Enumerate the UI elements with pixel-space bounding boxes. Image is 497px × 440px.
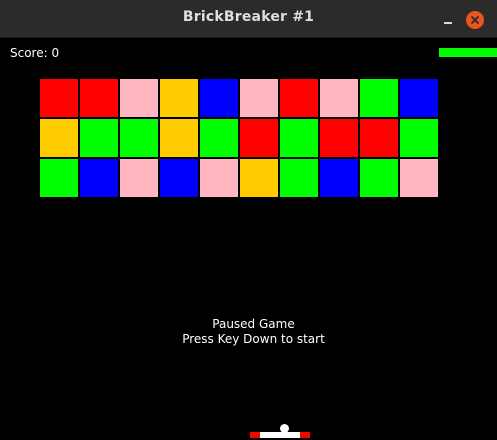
brick [319, 158, 359, 198]
minimize-button[interactable] [441, 13, 455, 25]
paddle-center-segment [260, 432, 300, 438]
brick [319, 118, 359, 158]
paddle[interactable] [250, 432, 310, 438]
minimize-icon [444, 22, 452, 24]
brick [239, 118, 279, 158]
brick [199, 118, 239, 158]
brick [359, 158, 399, 198]
start-instruction: Press Key Down to start [182, 332, 325, 346]
window-title: BrickBreaker #1 [182, 9, 315, 25]
brick [79, 118, 119, 158]
brick [119, 118, 159, 158]
game-canvas[interactable]: Score: 0 Paused Game Press Key Down to s… [0, 38, 497, 440]
paddle-left-segment [250, 432, 260, 438]
brick [159, 78, 199, 118]
brick [279, 158, 319, 198]
game-window: BrickBreaker #1 Score: 0 Paused Game Pre… [0, 0, 497, 440]
score-label: Score: 0 [10, 46, 60, 60]
close-icon [471, 16, 479, 24]
brick-grid [39, 78, 439, 198]
close-button[interactable] [466, 11, 484, 29]
brick [399, 118, 439, 158]
brick [319, 78, 359, 118]
brick [159, 158, 199, 198]
brick [39, 78, 79, 118]
brick [199, 158, 239, 198]
lives-bar [439, 48, 497, 57]
brick [79, 158, 119, 198]
brick [359, 78, 399, 118]
brick [79, 78, 119, 118]
brick [279, 118, 319, 158]
brick [39, 118, 79, 158]
brick [239, 78, 279, 118]
paused-message: Paused Game [212, 317, 295, 331]
title-bar: BrickBreaker #1 [0, 0, 497, 38]
brick [399, 78, 439, 118]
brick [39, 158, 79, 198]
brick [119, 158, 159, 198]
brick [159, 118, 199, 158]
ball [280, 424, 289, 433]
paddle-right-segment [300, 432, 310, 438]
brick [119, 78, 159, 118]
brick [199, 78, 239, 118]
brick [239, 158, 279, 198]
brick [399, 158, 439, 198]
brick [279, 78, 319, 118]
brick [359, 118, 399, 158]
